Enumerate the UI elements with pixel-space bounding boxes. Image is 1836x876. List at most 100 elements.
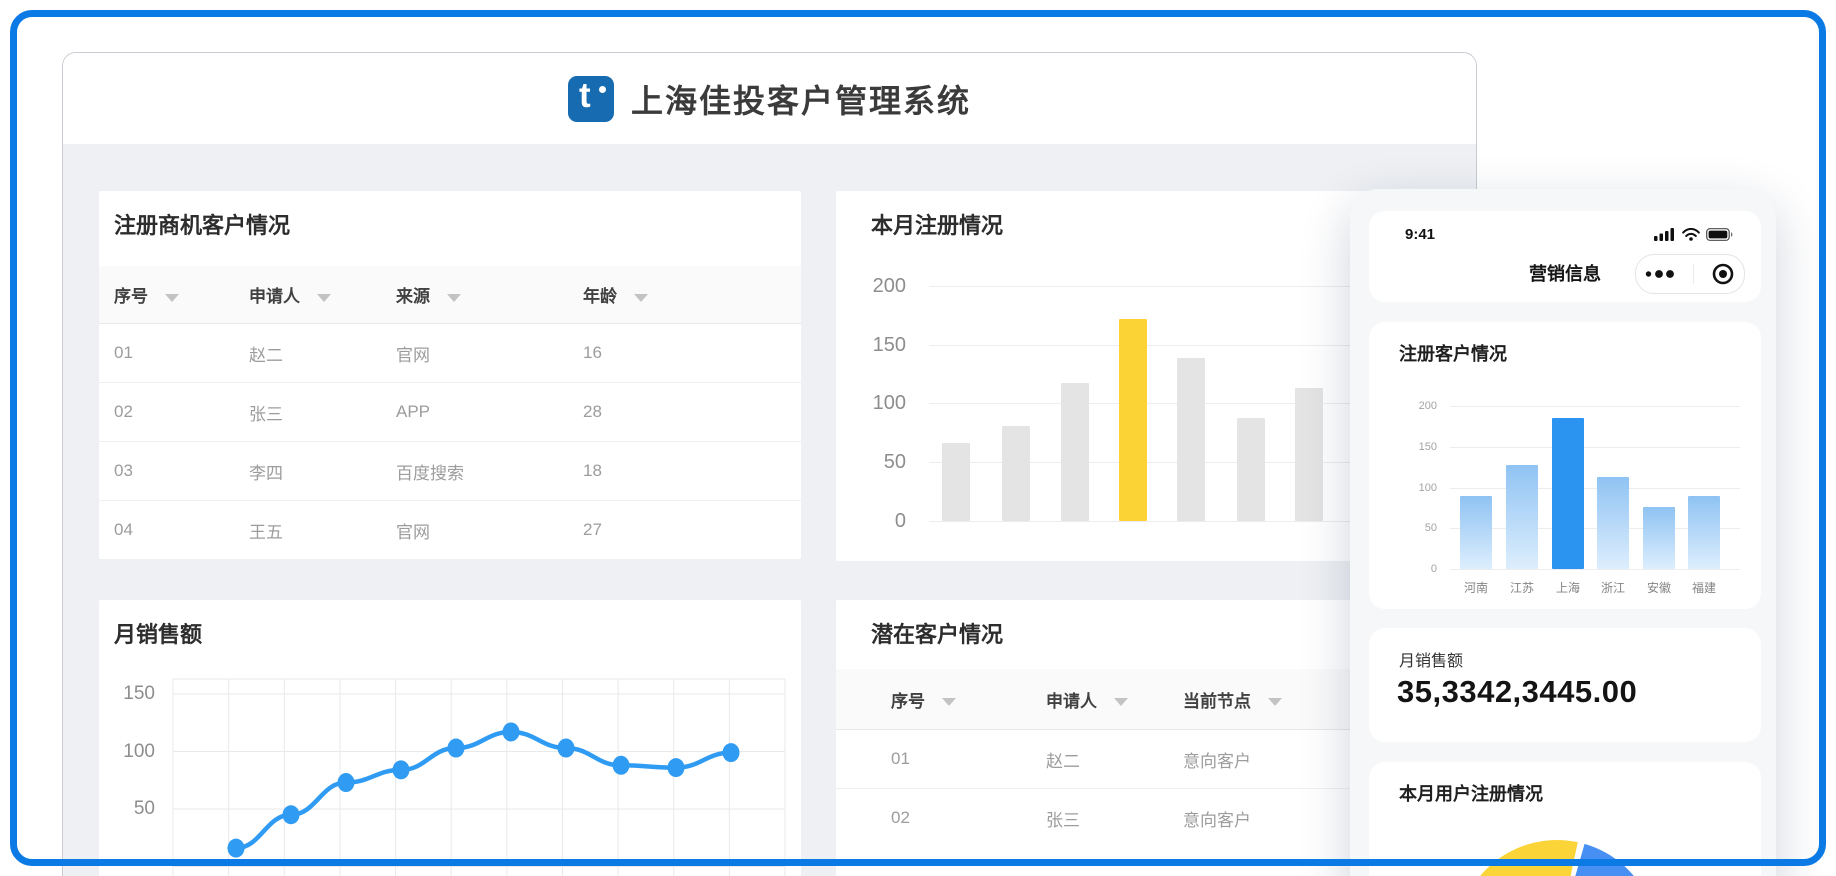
data-point[interactable] — [723, 743, 740, 762]
y-axis-label: 100 — [1391, 481, 1437, 495]
column-header-label: 申请人 — [249, 287, 300, 306]
y-axis-label: 200 — [1391, 399, 1437, 413]
y-axis-label: 0 — [846, 508, 906, 534]
data-point[interactable] — [558, 739, 575, 758]
bar[interactable] — [1177, 358, 1205, 521]
x-axis-label: 安徽 — [1636, 579, 1682, 596]
bar[interactable] — [942, 443, 970, 521]
y-axis-label: 100 — [95, 739, 155, 765]
panel-monthly-sales-chart: 月销售额 15010050 — [99, 600, 801, 876]
table-cell: 16 — [583, 343, 801, 363]
status-icons — [1654, 228, 1734, 241]
gridline — [1450, 406, 1740, 407]
column-header-label: 申请人 — [1046, 692, 1097, 711]
column-header[interactable]: 年龄 — [583, 282, 801, 307]
battery-icon — [1706, 228, 1734, 241]
column-header[interactable]: 序号 — [114, 282, 249, 307]
phone-registered-chart-card: 注册客户情况 050100150200河南江苏上海浙江安徽福建 — [1369, 322, 1761, 609]
desktop-window: t 上海佳投客户管理系统 注册商机客户情况 序号申请人来源年龄01赵二官网160… — [62, 52, 1477, 876]
table-cell: 01 — [114, 343, 249, 363]
gridline — [1450, 569, 1740, 570]
bar[interactable] — [1460, 496, 1492, 569]
sort-caret-icon — [1268, 698, 1282, 706]
table-cell: 02 — [891, 808, 1046, 828]
y-axis-label: 100 — [846, 390, 906, 416]
app-header: t 上海佳投客户管理系统 — [63, 53, 1476, 144]
gridline — [1450, 447, 1740, 448]
x-axis-label: 河南 — [1453, 579, 1499, 596]
table-row: 01赵二官网16 — [99, 324, 801, 382]
column-header-label: 序号 — [891, 692, 925, 711]
more-button[interactable] — [1644, 269, 1678, 279]
bar-highlighted[interactable] — [1119, 319, 1147, 521]
logo-letter: t — [579, 76, 591, 116]
capsule-divider — [1693, 264, 1694, 284]
table-cell: 赵二 — [1046, 747, 1183, 772]
target-circle-icon — [1710, 261, 1736, 287]
miniapp-capsule — [1635, 254, 1745, 294]
bar[interactable] — [1643, 507, 1675, 569]
data-point[interactable] — [228, 839, 245, 858]
table-row: 04王五官网27 — [99, 500, 801, 559]
table-cell: 28 — [583, 402, 801, 422]
column-header[interactable]: 申请人 — [249, 282, 396, 307]
sort-caret-icon — [942, 698, 956, 706]
app-title: 上海佳投客户管理系统 — [631, 76, 971, 122]
table-cell: 张三 — [249, 400, 396, 425]
phone-status-bar: 9:41 — [1369, 218, 1761, 250]
phone-sales-card: 月销售额 35,3342,3445.00 — [1369, 628, 1761, 742]
status-time: 9:41 — [1405, 226, 1435, 243]
panel-title: 潜在客户情况 — [871, 617, 1003, 649]
bar[interactable] — [1002, 426, 1030, 521]
y-axis-label: 150 — [95, 681, 155, 707]
cellular-signal-icon — [1654, 228, 1676, 241]
more-dots-icon — [1644, 269, 1678, 279]
y-axis-label: 50 — [95, 796, 155, 822]
y-axis-label: 50 — [1391, 521, 1437, 535]
bar[interactable] — [1688, 496, 1720, 569]
bar[interactable] — [1237, 418, 1265, 521]
table-cell: APP — [396, 402, 583, 422]
wifi-icon — [1682, 228, 1700, 241]
table-cell: 01 — [891, 749, 1046, 769]
bar[interactable] — [1295, 388, 1323, 521]
table-cell: 18 — [583, 461, 801, 481]
phone-header: 9:41 — [1369, 211, 1761, 302]
data-point[interactable] — [613, 756, 630, 775]
home-button[interactable] — [1710, 261, 1736, 287]
bar[interactable] — [1061, 383, 1089, 521]
table-cell: 官网 — [396, 518, 583, 543]
column-header[interactable]: 序号 — [891, 687, 1046, 712]
data-point[interactable] — [283, 805, 300, 824]
sort-caret-icon — [1114, 698, 1128, 706]
panel-title: 注册商机客户情况 — [114, 208, 290, 240]
column-header-label: 来源 — [396, 287, 430, 306]
table-cell: 王五 — [249, 518, 396, 543]
data-point[interactable] — [448, 739, 465, 758]
pie-slice[interactable] — [1457, 840, 1578, 876]
screenshot-stage: t 上海佳投客户管理系统 注册商机客户情况 序号申请人来源年龄01赵二官网160… — [0, 0, 1836, 876]
table-cell: 李四 — [249, 459, 396, 484]
table-cell: 04 — [114, 520, 249, 540]
table-cell: 张三 — [1046, 806, 1183, 831]
y-axis-label: 150 — [846, 332, 906, 358]
app-logo-icon: t — [568, 76, 614, 122]
table-row: 02张三APP28 — [99, 382, 801, 441]
monthly-sales-line-chart: 15010050 — [99, 600, 801, 876]
data-point[interactable] — [393, 760, 410, 779]
column-header[interactable]: 来源 — [396, 282, 583, 307]
table-row: 03李四百度搜索18 — [99, 441, 801, 500]
bar-highlighted[interactable] — [1552, 418, 1584, 569]
bar[interactable] — [1506, 465, 1538, 569]
data-point[interactable] — [338, 773, 355, 792]
x-axis-label: 江苏 — [1499, 579, 1545, 596]
column-header-label: 当前节点 — [1183, 692, 1251, 711]
x-axis-label: 福建 — [1681, 579, 1727, 596]
data-point[interactable] — [668, 758, 685, 777]
sort-caret-icon — [447, 294, 461, 302]
column-header[interactable]: 申请人 — [1046, 687, 1183, 712]
x-axis-label: 浙江 — [1590, 579, 1636, 596]
data-point[interactable] — [503, 722, 520, 741]
bar[interactable] — [1597, 477, 1629, 569]
sort-caret-icon — [317, 294, 331, 302]
